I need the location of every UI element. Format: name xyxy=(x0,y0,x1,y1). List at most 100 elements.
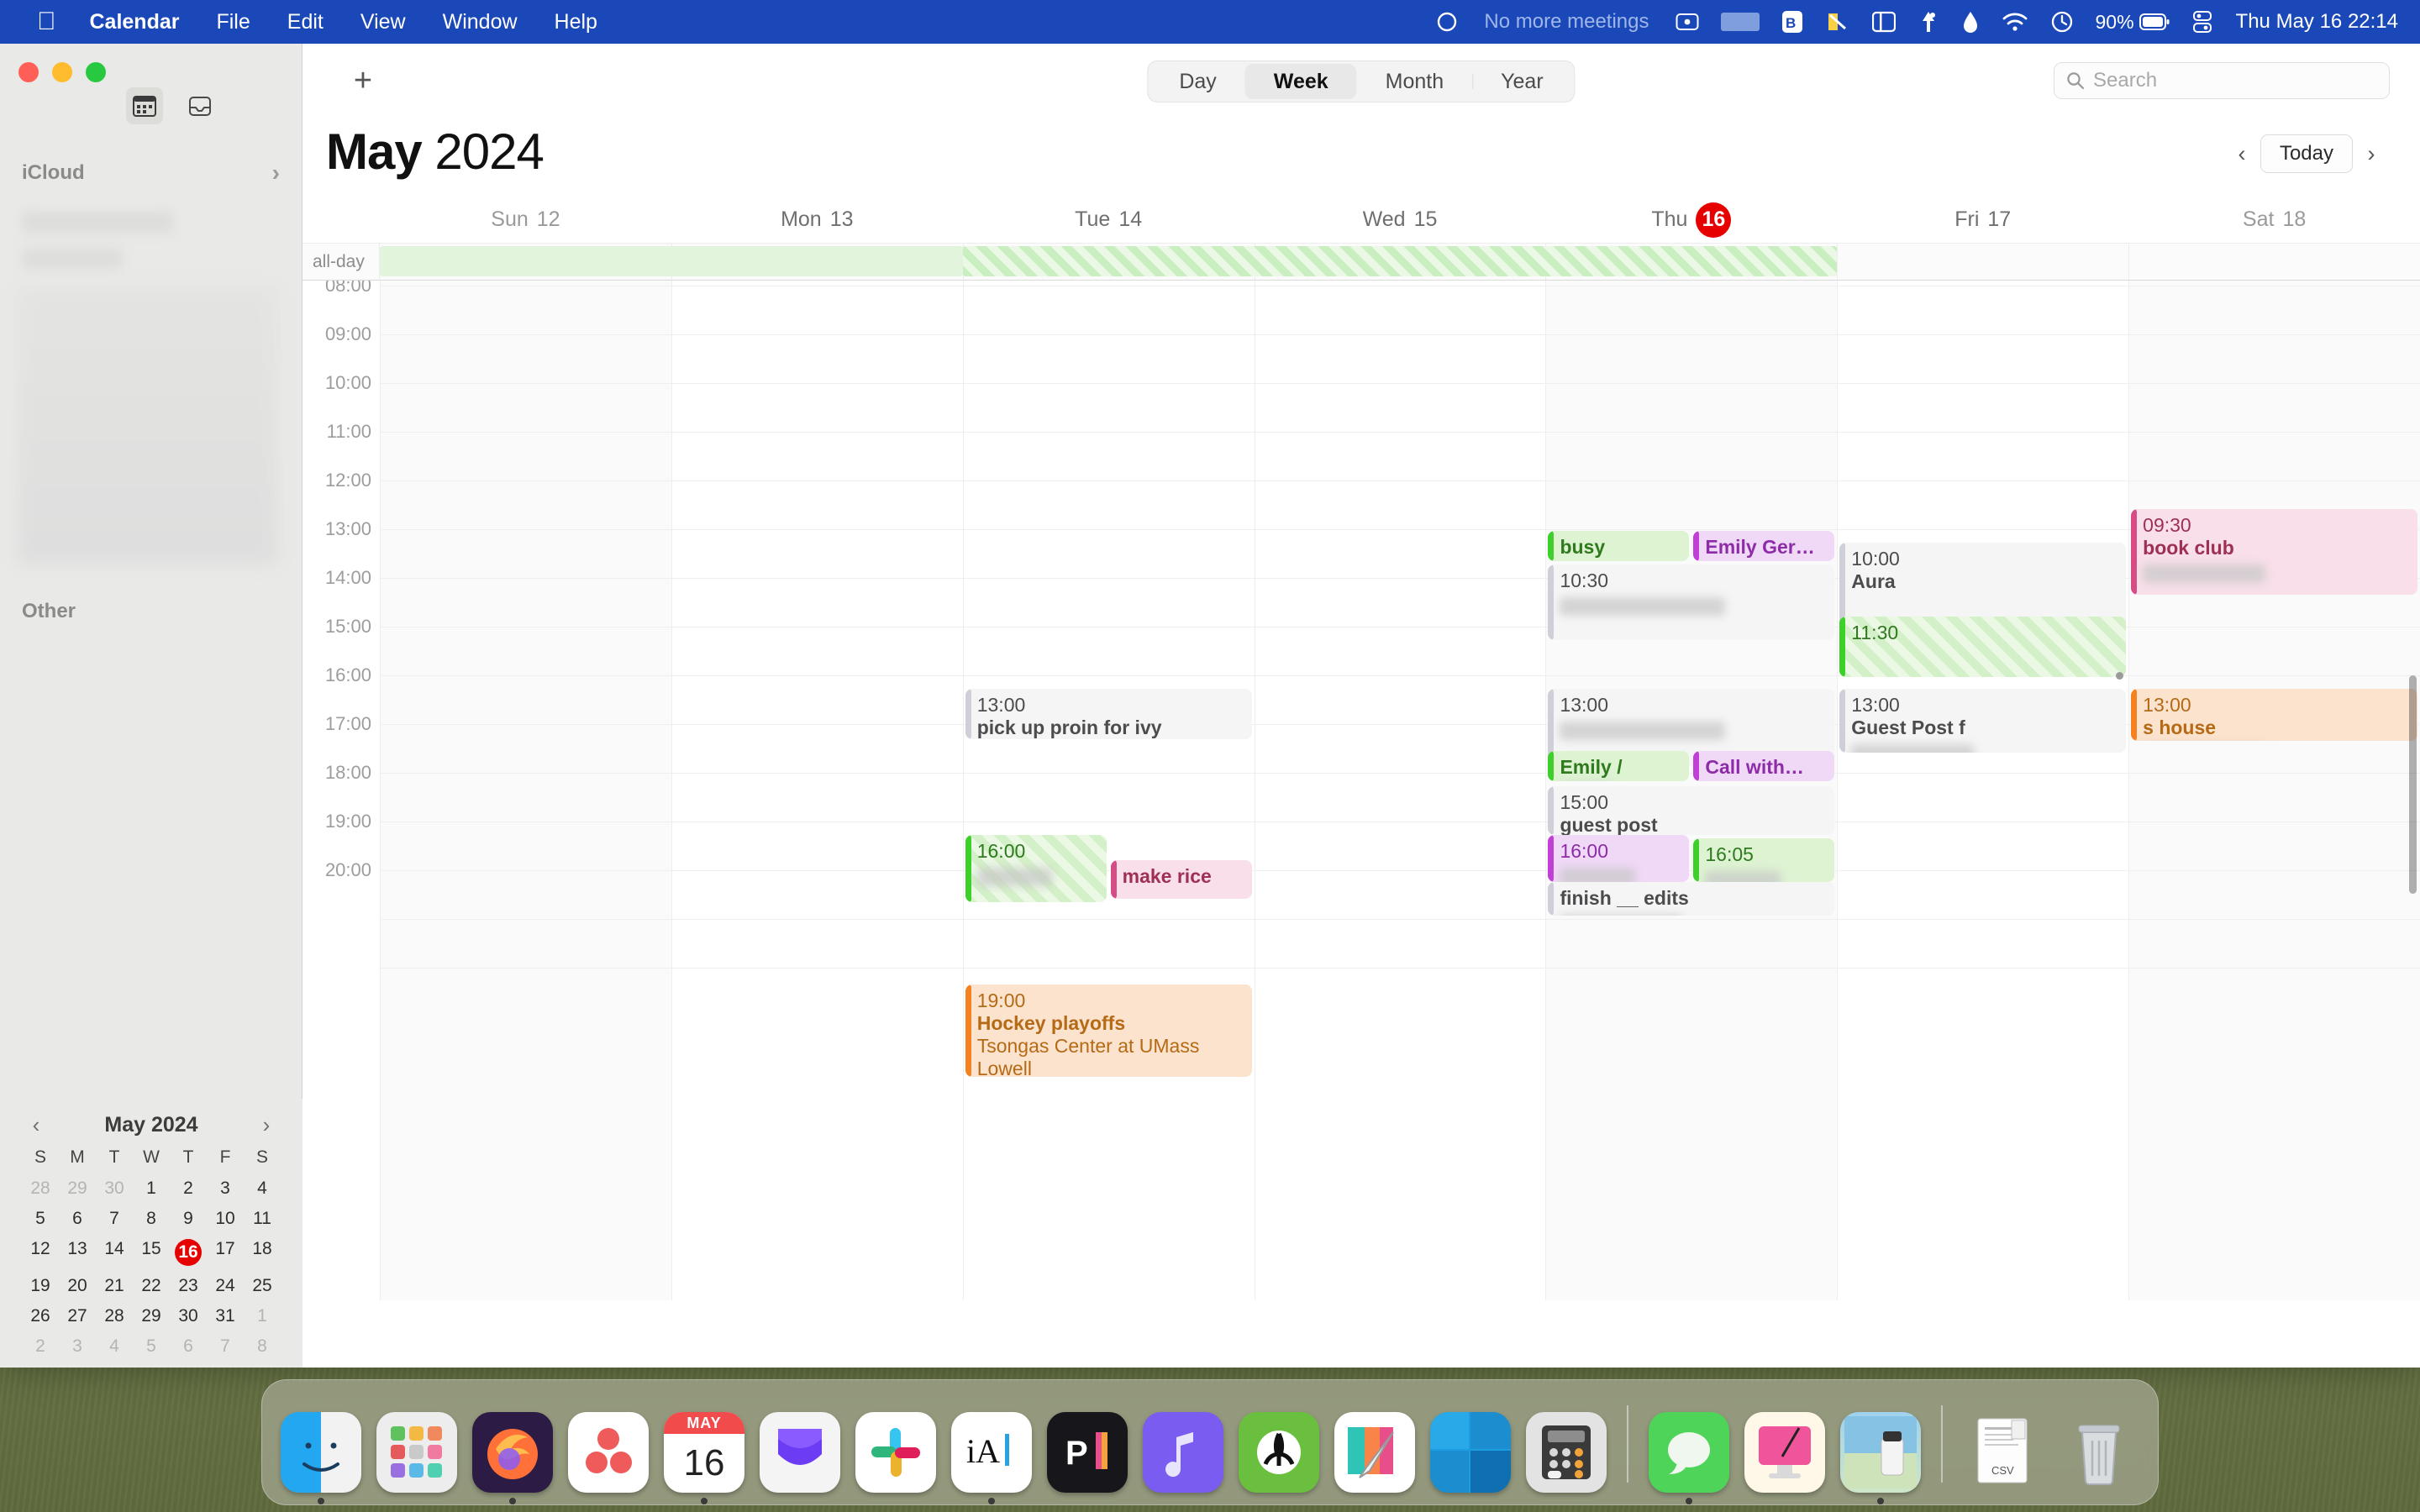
dock-item-spark-mail[interactable] xyxy=(760,1412,840,1493)
dock-item-pitch[interactable]: P xyxy=(1047,1412,1128,1493)
day-column-wed[interactable] xyxy=(1255,281,1546,1300)
all-day-event[interactable] xyxy=(963,246,1838,276)
vertical-scrollbar[interactable] xyxy=(2409,675,2417,894)
day-column-thu[interactable]: busyEmily Ger…10:3013:00Emily /Call with… xyxy=(1545,281,1837,1300)
mini-day[interactable]: 30 xyxy=(96,1176,133,1201)
mini-day[interactable]: 4 xyxy=(96,1334,133,1359)
mini-day[interactable]: 29 xyxy=(59,1176,96,1201)
calendar-event[interactable]: 13:00s house xyxy=(2131,689,2417,741)
sidebar-calendar-list-blurred[interactable] xyxy=(17,287,277,564)
inbox-icon[interactable] xyxy=(182,87,218,124)
mini-day[interactable]: 28 xyxy=(22,1176,59,1201)
menu-window[interactable]: Window xyxy=(424,0,536,44)
display-icon[interactable] xyxy=(1710,0,1770,44)
mini-day[interactable]: 10 xyxy=(207,1206,244,1231)
mini-day[interactable]: 6 xyxy=(59,1206,96,1231)
mini-day[interactable]: 2 xyxy=(22,1334,59,1359)
meeting-status-text[interactable]: No more meetings xyxy=(1469,10,1664,34)
mini-day[interactable]: 20 xyxy=(59,1273,96,1299)
mini-day[interactable]: 13 xyxy=(59,1236,96,1268)
dock-item-calendar[interactable]: MAY 16 xyxy=(664,1412,744,1493)
drop-icon[interactable] xyxy=(1950,0,1991,44)
mini-day[interactable]: 30 xyxy=(170,1304,207,1329)
mini-day[interactable]: 24 xyxy=(207,1273,244,1299)
mini-day[interactable]: 6 xyxy=(170,1334,207,1359)
all-day-event[interactable] xyxy=(380,246,963,276)
day-column-sun[interactable] xyxy=(380,281,671,1300)
time-machine-icon[interactable] xyxy=(2039,0,2085,44)
apple-menu-icon[interactable]:  xyxy=(22,0,71,44)
day-header-sun[interactable]: Sun12 xyxy=(380,197,671,243)
mini-day[interactable]: 26 xyxy=(22,1304,59,1329)
mini-day[interactable]: 3 xyxy=(59,1334,96,1359)
today-button[interactable]: Today xyxy=(2260,134,2353,173)
mini-day[interactable]: 3 xyxy=(207,1176,244,1201)
day-header-mon[interactable]: Mon13 xyxy=(671,197,963,243)
calendar-view-icon[interactable] xyxy=(126,87,163,124)
tab-month[interactable]: Month xyxy=(1357,64,1472,99)
mini-day[interactable]: 16 xyxy=(170,1236,207,1268)
mini-day[interactable]: 14 xyxy=(96,1236,133,1268)
dock-item-slack[interactable] xyxy=(855,1412,936,1493)
menu-file[interactable]: File xyxy=(197,0,268,44)
day-column-sat[interactable]: 09:30book club13:00s house xyxy=(2128,281,2420,1300)
mini-day[interactable]: 1 xyxy=(133,1176,170,1201)
mini-day[interactable]: 15 xyxy=(133,1236,170,1268)
calendar-event[interactable]: 13:00Guest Post f xyxy=(1839,689,2126,753)
dock-item-salt-app[interactable] xyxy=(1840,1412,1921,1493)
next-week-button[interactable]: › xyxy=(2353,134,2390,173)
sidebar-calendar-item-blurred[interactable] xyxy=(22,212,173,234)
all-day-track[interactable] xyxy=(380,244,2420,280)
calendar-event[interactable]: 10:30 xyxy=(1548,564,1834,640)
mini-day[interactable]: 23 xyxy=(170,1273,207,1299)
day-column-tue[interactable]: 13:00pick up proin for ivy 16:00make rice… xyxy=(963,281,1255,1300)
bitwarden-icon[interactable]: B xyxy=(1770,0,1814,44)
add-event-button[interactable]: + xyxy=(345,62,381,99)
menu-edit[interactable]: Edit xyxy=(269,0,342,44)
control-center-icon[interactable] xyxy=(2181,0,2224,44)
dock-item-screen-app[interactable] xyxy=(1744,1412,1825,1493)
sidebar-section-other[interactable]: Other xyxy=(0,600,302,623)
mini-day[interactable]: 8 xyxy=(133,1206,170,1231)
dock-item-calculator[interactable] xyxy=(1526,1412,1607,1493)
calendar-event[interactable]: busy xyxy=(1548,531,1689,561)
dock-item-ia-writer[interactable]: iA xyxy=(951,1412,1032,1493)
day-column-mon[interactable] xyxy=(671,281,963,1300)
calendar-event[interactable]: 13:00pick up proin for ivy xyxy=(965,689,1252,739)
mini-day[interactable]: 9 xyxy=(170,1206,207,1231)
minimize-button[interactable] xyxy=(52,62,72,82)
dock-item-pixelmator[interactable] xyxy=(1334,1412,1415,1493)
day-header-sat[interactable]: Sat18 xyxy=(2128,197,2420,243)
calendar-event[interactable]: 19:00Hockey playoffsTsongas Center at UM… xyxy=(965,984,1252,1077)
close-button[interactable] xyxy=(18,62,39,82)
calendar-event[interactable]: Emily / xyxy=(1548,751,1689,781)
stage-manager-icon[interactable] xyxy=(1861,0,1907,44)
mini-day[interactable]: 22 xyxy=(133,1273,170,1299)
mini-day[interactable]: 19 xyxy=(22,1273,59,1299)
dock-item-csv-file[interactable]: CSV xyxy=(1963,1412,2044,1493)
tab-day[interactable]: Day xyxy=(1150,64,1244,99)
day-column-fri[interactable]: 10:00Aura11:3013:00Guest Post f xyxy=(1837,281,2128,1300)
mini-day[interactable]: 21 xyxy=(96,1273,133,1299)
menu-help[interactable]: Help xyxy=(536,0,616,44)
dock-item-frog-app[interactable] xyxy=(1239,1412,1319,1493)
mini-day[interactable]: 28 xyxy=(96,1304,133,1329)
sidebar-calendar-item-blurred[interactable] xyxy=(22,249,123,269)
calendar-event[interactable]: 16:00 xyxy=(1548,835,1689,882)
dock-item-trash[interactable] xyxy=(2059,1412,2139,1493)
mini-day[interactable]: 2 xyxy=(170,1176,207,1201)
mini-day[interactable]: 29 xyxy=(133,1304,170,1329)
battery-icon[interactable]: 90% xyxy=(2085,0,2181,44)
calendar-event[interactable]: 16:00 xyxy=(965,835,1107,902)
tree-icon[interactable] xyxy=(1907,0,1950,44)
calendar-event[interactable]: finish __ edits xyxy=(1548,882,1834,916)
dock-item-redcircles-app[interactable] xyxy=(568,1412,649,1493)
calendar-event[interactable]: make rice xyxy=(1111,860,1252,899)
mini-day[interactable]: 7 xyxy=(96,1206,133,1231)
dock-item-music[interactable] xyxy=(1143,1412,1223,1493)
chevron-right-icon[interactable]: › xyxy=(272,160,280,186)
mini-day[interactable]: 27 xyxy=(59,1304,96,1329)
day-header-fri[interactable]: Fri17 xyxy=(1837,197,2128,243)
mini-day[interactable]: 8 xyxy=(244,1334,281,1359)
wifi-icon[interactable] xyxy=(1991,0,2039,44)
